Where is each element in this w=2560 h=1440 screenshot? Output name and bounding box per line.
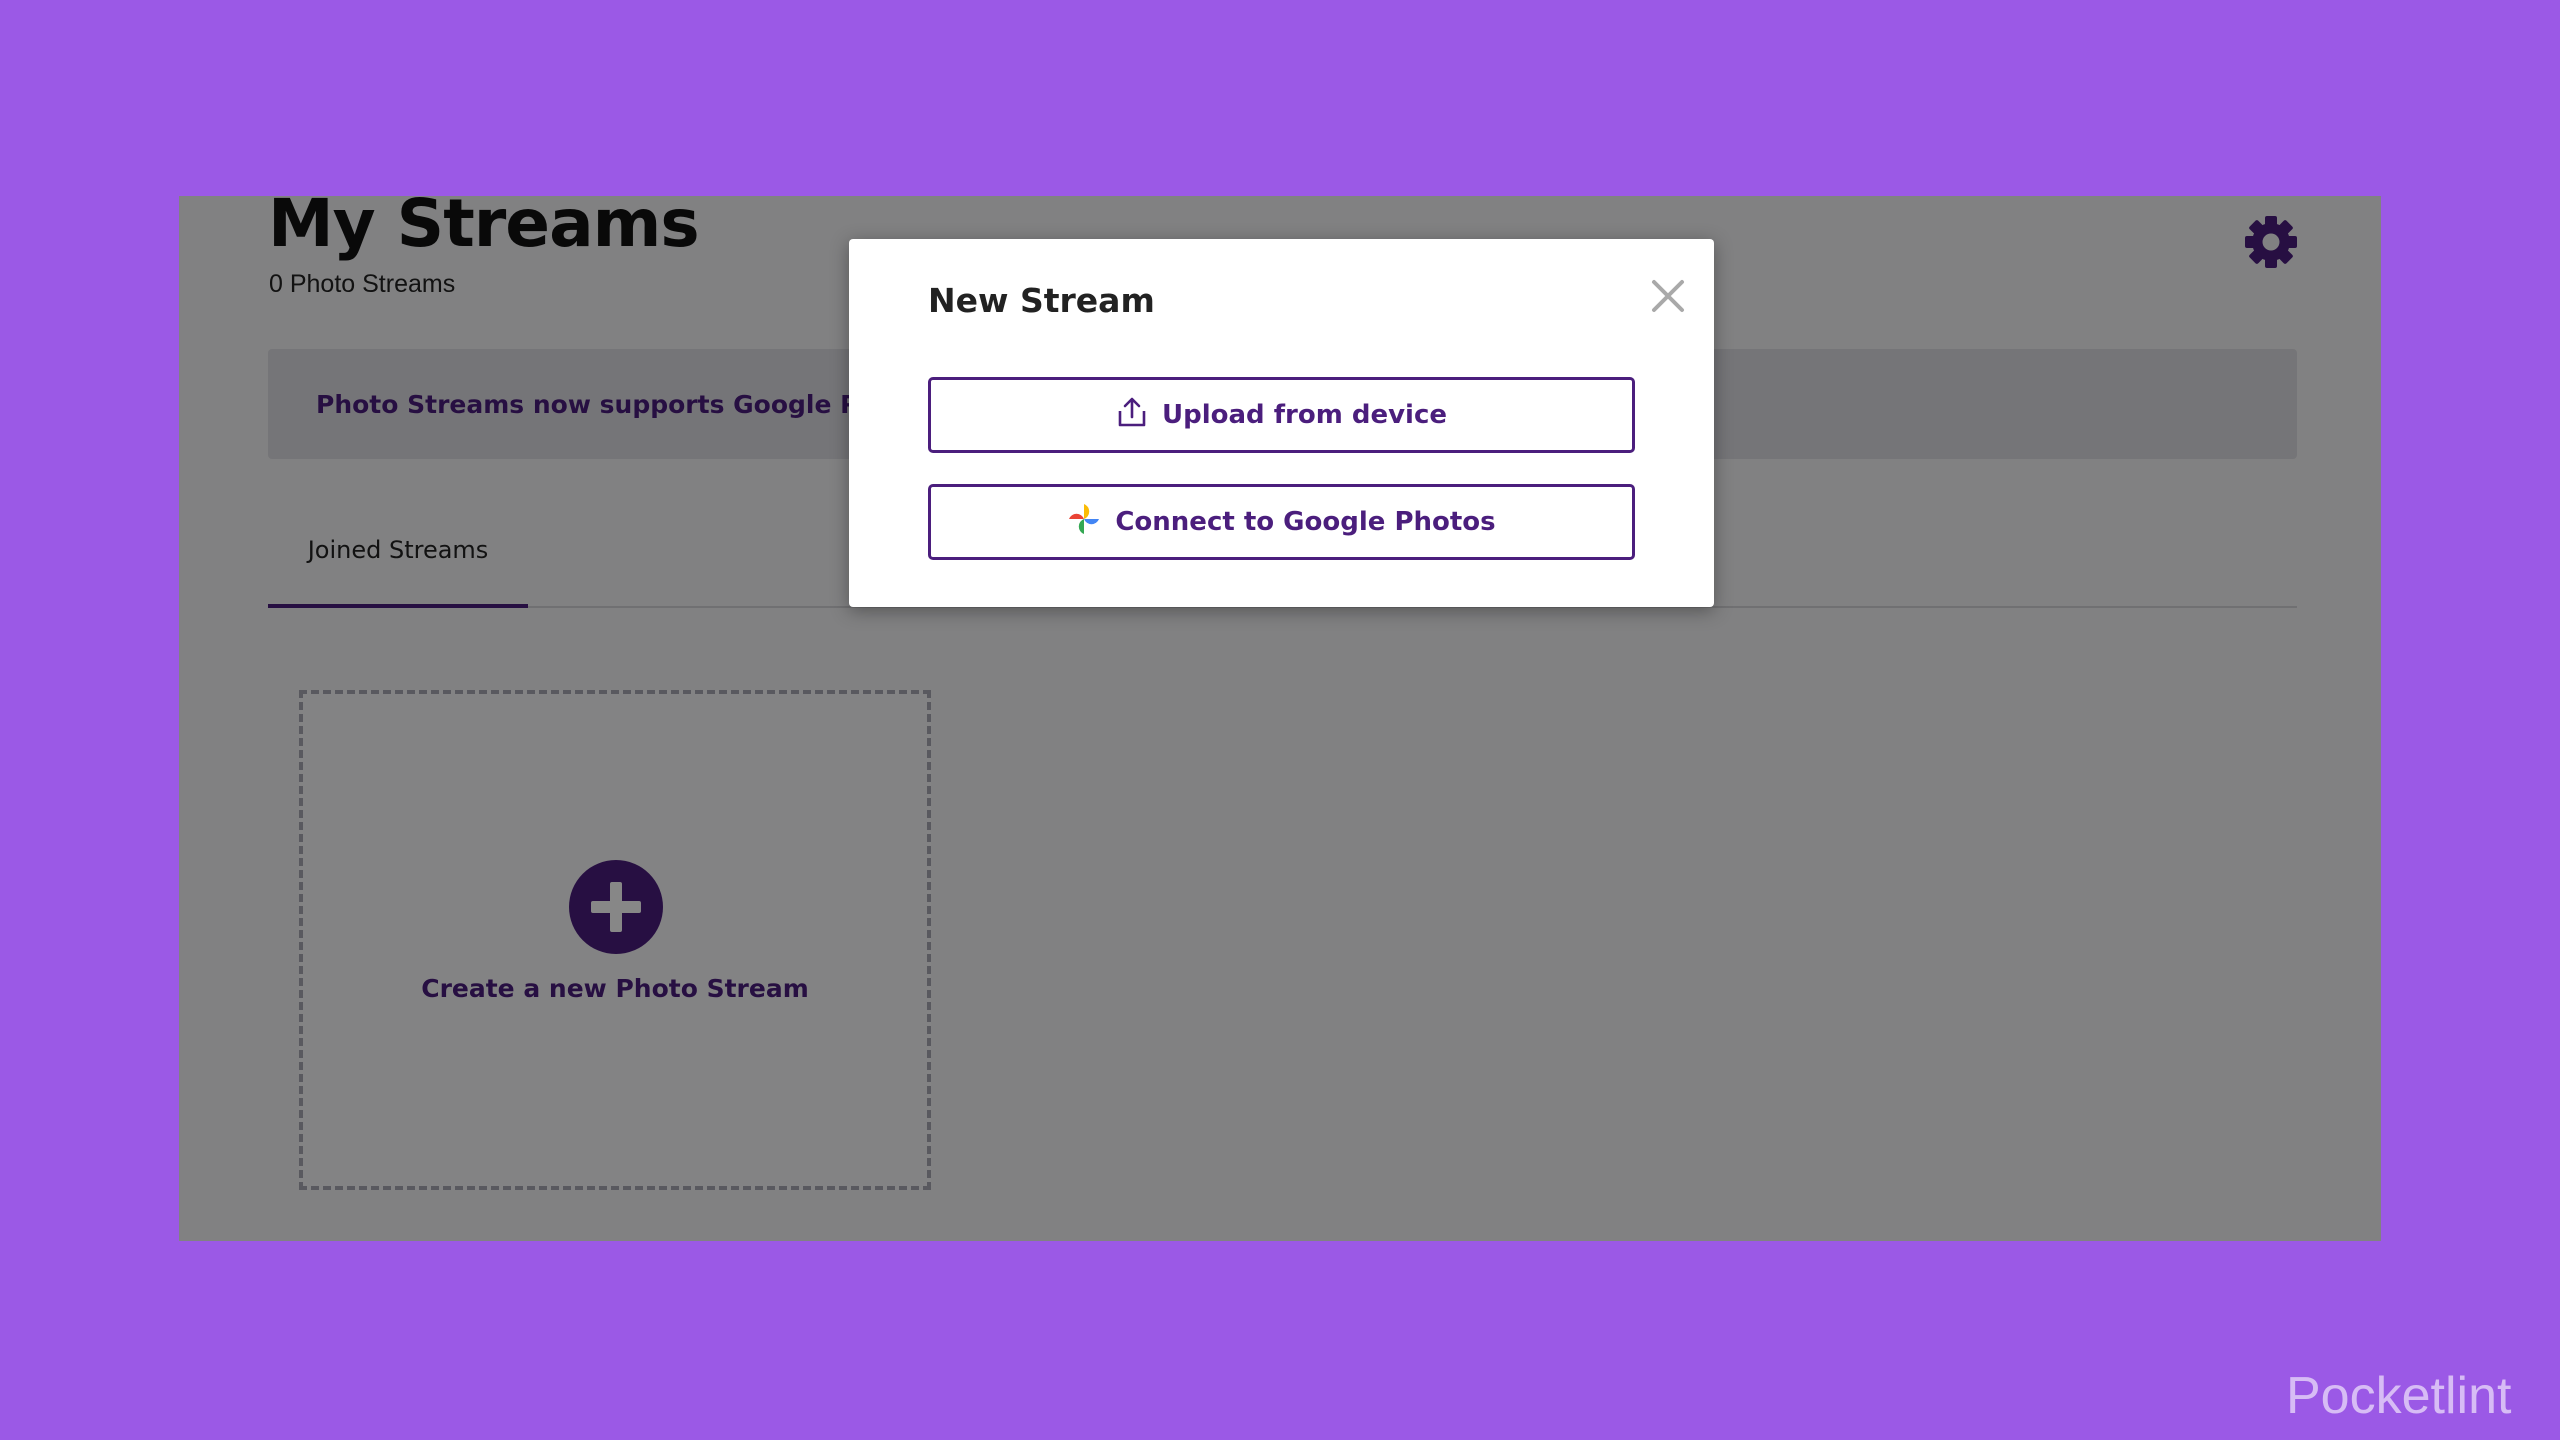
connect-google-photos-button[interactable]: Connect to Google Photos <box>928 484 1635 560</box>
google-photos-icon <box>1067 502 1101 543</box>
new-stream-dialog: New Stream Upload from device Connect to… <box>849 239 1714 607</box>
svg-text:Pocketlint: Pocketlint <box>2286 1367 2512 1425</box>
close-icon[interactable] <box>1647 275 1689 317</box>
dialog-title: New Stream <box>928 281 1155 320</box>
google-button-label: Connect to Google Photos <box>1115 507 1496 537</box>
pocketlint-logo: Pocketlint <box>2286 1360 2536 1430</box>
upload-button-label: Upload from device <box>1162 400 1447 430</box>
upload-from-device-button[interactable]: Upload from device <box>928 377 1635 453</box>
upload-icon <box>1116 396 1148 435</box>
